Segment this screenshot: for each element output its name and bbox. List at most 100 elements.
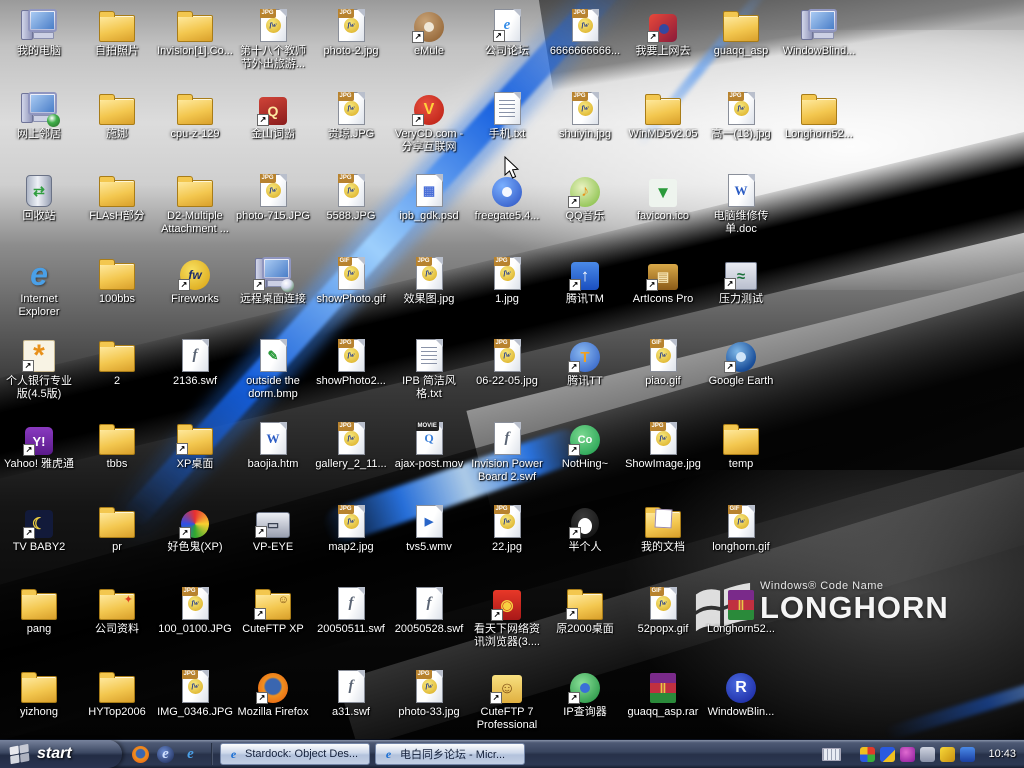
desktop-icon[interactable]: JPGfw1.jpg xyxy=(468,254,546,306)
desktop-icon[interactable]: ↗我要上网去 xyxy=(624,6,702,58)
ie-quicklaunch-icon[interactable]: e xyxy=(182,746,199,763)
desktop-icon[interactable]: 网上邻居 xyxy=(0,89,78,141)
desktop-icon[interactable]: 我的文档 xyxy=(624,502,702,554)
tray-volume-icon[interactable] xyxy=(920,747,935,762)
desktop-icon[interactable]: ↗好色鬼(XP) xyxy=(156,502,234,554)
desktop-icon[interactable]: 100bbs xyxy=(78,254,156,306)
desktop-icon[interactable]: GIFfw52popx.gif xyxy=(624,584,702,636)
desktop-icon[interactable]: ↗XP桌面 xyxy=(156,419,234,471)
desktop-icon[interactable]: cpu-z-129 xyxy=(156,89,234,141)
desktop-icon[interactable]: ☺↗CuteFTP 7 Professional xyxy=(468,667,546,732)
tray-colorflag-icon[interactable] xyxy=(860,747,875,762)
desktop-icon[interactable]: MOVIEQajax-post.mov xyxy=(390,419,468,471)
desktop-icon[interactable]: ↗原2000桌面 xyxy=(546,584,624,636)
start-button[interactable]: start xyxy=(0,740,122,768)
desktop-icon[interactable]: JPGfwphoto-33.jpg xyxy=(390,667,468,719)
desktop-icon[interactable]: JPGfwshowPhoto2... xyxy=(312,336,390,388)
desktop-icon[interactable]: JPGfwmap2.jpg xyxy=(312,502,390,554)
desktop-icon[interactable]: ☺↗CuteFTP XP xyxy=(234,584,312,636)
desktop-icon[interactable]: Wbaojia.htm xyxy=(234,419,312,471)
desktop-icon[interactable]: Longhorn52... xyxy=(780,89,858,141)
desktop-icon[interactable]: JPGfwphoto-715.JPG xyxy=(234,171,312,223)
desktop-icon[interactable]: JPGfw效果图.jpg xyxy=(390,254,468,306)
desktop-icon[interactable]: ↗eMule xyxy=(390,6,468,58)
tray-flashget-icon[interactable] xyxy=(940,747,955,762)
desktop-icon[interactable]: JPGfw6666666666... xyxy=(546,6,624,58)
desktop-icon[interactable]: 手机.txt xyxy=(468,89,546,141)
desktop-icon[interactable]: JPGfw100_0100.JPG xyxy=(156,584,234,636)
desktop-icon[interactable]: JPGfw第十八个教师节外出旅游... xyxy=(234,6,312,71)
desktop-icon[interactable]: fInvision Power Board 2.swf xyxy=(468,419,546,484)
desktop-icon[interactable]: *↗个人银行专业版(4.5版) xyxy=(0,336,78,401)
desktop-icon[interactable]: f20050528.swf xyxy=(390,584,468,636)
desktop-icon[interactable]: WinMD5v2.05 xyxy=(624,89,702,141)
desktop-icon[interactable]: JPGfwshuiyin.jpg xyxy=(546,89,624,141)
desktop-icon[interactable]: HYTop2006 xyxy=(78,667,156,719)
task-button-forum[interactable]: e 电白同乡论坛 - Micr... xyxy=(375,743,525,765)
desktop-icon[interactable]: f2136.swf xyxy=(156,336,234,388)
desktop-icon[interactable]: ↗Google Earth xyxy=(702,336,780,388)
desktop-icon[interactable]: JPGfwgallery_2_11... xyxy=(312,419,390,471)
desktop-icon[interactable]: guaqq_asp xyxy=(702,6,780,58)
firefox-quicklaunch-icon[interactable] xyxy=(132,746,149,763)
desktop-icon[interactable]: ↗Mozilla Firefox xyxy=(234,667,312,719)
desktop-icon[interactable]: pang xyxy=(0,584,78,636)
desktop-icon[interactable]: ◉↗看天下网络资讯浏览器(3.... xyxy=(468,584,546,649)
ie-msn-quicklaunch-icon[interactable]: e xyxy=(157,746,174,763)
desktop-icon[interactable]: ≈↗压力测试 xyxy=(702,254,780,306)
desktop-icon[interactable]: 施娜 xyxy=(78,89,156,141)
desktop-icon[interactable]: yizhong xyxy=(0,667,78,719)
desktop-icon[interactable]: ☾↗TV BABY2 xyxy=(0,502,78,554)
desktop-icon[interactable]: IPB 简洁风格.txt xyxy=(390,336,468,401)
desktop-icon[interactable]: 我的电脑 xyxy=(0,6,78,58)
desktop-icon[interactable]: FLAsH部分 xyxy=(78,171,156,223)
desktop-icon[interactable]: fa31.swf xyxy=(312,667,390,719)
desktop-icon[interactable]: T↗腾讯TT xyxy=(546,336,624,388)
desktop-icon[interactable]: ⇄回收站 xyxy=(0,171,78,223)
desktop-icon[interactable]: WindowBlind... xyxy=(780,6,858,58)
desktop-icon[interactable]: ▶tvs5.wmv xyxy=(390,502,468,554)
desktop-icon[interactable]: GIFfwlonghorn.gif xyxy=(702,502,780,554)
task-button-stardock[interactable]: e Stardock: Object Des... xyxy=(220,743,370,765)
desktop-icon[interactable]: ✎outside the dorm.bmp xyxy=(234,336,312,401)
desktop-icon[interactable]: JPGfw贵琼.JPG xyxy=(312,89,390,141)
desktop-icon[interactable]: fw↗Fireworks xyxy=(156,254,234,306)
desktop-icon[interactable]: W电脑维修传单.doc xyxy=(702,171,780,236)
desktop-icon[interactable]: ↗IP查询器 xyxy=(546,667,624,719)
desktop-icon[interactable]: JPGfw06-22-05.jpg xyxy=(468,336,546,388)
desktop-icon[interactable]: ‖guaqq_asp.rar xyxy=(624,667,702,719)
desktop-icon[interactable]: 2 xyxy=(78,336,156,388)
desktop-icon[interactable]: GIFfwshowPhoto.gif xyxy=(312,254,390,306)
tray-qq-icon[interactable] xyxy=(960,747,975,762)
desktop-icon[interactable]: ‖Longhorn52... xyxy=(702,584,780,636)
desktop-icon[interactable]: GIFfwpiao.gif xyxy=(624,336,702,388)
desktop-icon[interactable]: ▼favicon.ico xyxy=(624,171,702,223)
desktop-icon[interactable]: ↑↗腾讯TM xyxy=(546,254,624,306)
desktop-icon[interactable]: ▦ipb_gdk.psd xyxy=(390,171,468,223)
desktop-icon[interactable]: JPGfw22.jpg xyxy=(468,502,546,554)
desktop-icon[interactable]: Co↗NotHing~ xyxy=(546,419,624,471)
tray-messenger-icon[interactable] xyxy=(880,747,895,762)
desktop-icon[interactable]: tbbs xyxy=(78,419,156,471)
keyboard-layout-icon[interactable] xyxy=(822,748,841,761)
desktop-icon[interactable]: f20050511.swf xyxy=(312,584,390,636)
desktop-icon[interactable]: temp xyxy=(702,419,780,471)
desktop-icon[interactable]: ▭↗VP-EYE xyxy=(234,502,312,554)
desktop-icon[interactable]: RWindowBlin... xyxy=(702,667,780,719)
desktop-icon[interactable]: Q↗金山词霸 xyxy=(234,89,312,141)
desktop-icon[interactable]: JPGfw5588.JPG xyxy=(312,171,390,223)
desktop-icon[interactable]: ✦公司资料 xyxy=(78,584,156,636)
tray-pplive-icon[interactable] xyxy=(900,747,915,762)
desktop-icon[interactable]: JPGfwIMG_0346.JPG xyxy=(156,667,234,719)
desktop-icon[interactable]: D2-Multiple Attachment ... xyxy=(156,171,234,236)
desktop-icon[interactable]: Y!↗Yahoo! 雅虎通 xyxy=(0,419,78,471)
desktop-icon[interactable]: 自拍照片 xyxy=(78,6,156,58)
desktop-icon[interactable]: ▤↗ArtIcons Pro xyxy=(624,254,702,306)
desktop-icon[interactable]: V↗VeryCD.com - 分享互联网 xyxy=(390,89,468,154)
desktop-icon[interactable]: e↗公司论坛 xyxy=(468,6,546,58)
desktop-icon[interactable]: JPGfw高一(13).jpg xyxy=(702,89,780,141)
desktop-icon[interactable]: ↗远程桌面连接 xyxy=(234,254,312,306)
desktop-icon[interactable]: ↗半个人 xyxy=(546,502,624,554)
desktop-icon[interactable]: Invision[1].Co... xyxy=(156,6,234,58)
desktop-icon[interactable]: ♪↗QQ音乐 xyxy=(546,171,624,223)
